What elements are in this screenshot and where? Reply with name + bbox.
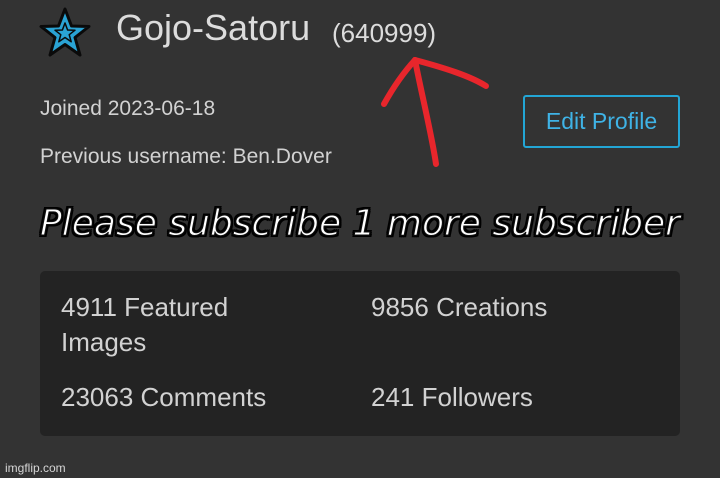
red-arrow-annotation — [381, 57, 489, 167]
stat-featured-images: 4911 Featured Images — [61, 292, 229, 357]
star-icon — [39, 7, 91, 57]
joined-date: Joined 2023-06-18 — [40, 97, 216, 120]
stats-panel: 4911 Featured Images 9856 Creations 2306… — [40, 271, 680, 436]
meme-caption: Please subscribe 1 more subscriber — [40, 203, 681, 245]
edit-profile-button[interactable]: Edit Profile — [523, 95, 680, 148]
imgflip-watermark: imgflip.com — [5, 461, 66, 475]
stat-comments: 23063 Comments — [61, 382, 267, 412]
stat-creations: 9856 Creations — [371, 292, 548, 322]
profile-username: Gojo-Satoru — [116, 7, 311, 48]
previous-username: Previous username: Ben.Dover — [40, 145, 332, 168]
stat-followers: 241 Followers — [371, 382, 533, 412]
